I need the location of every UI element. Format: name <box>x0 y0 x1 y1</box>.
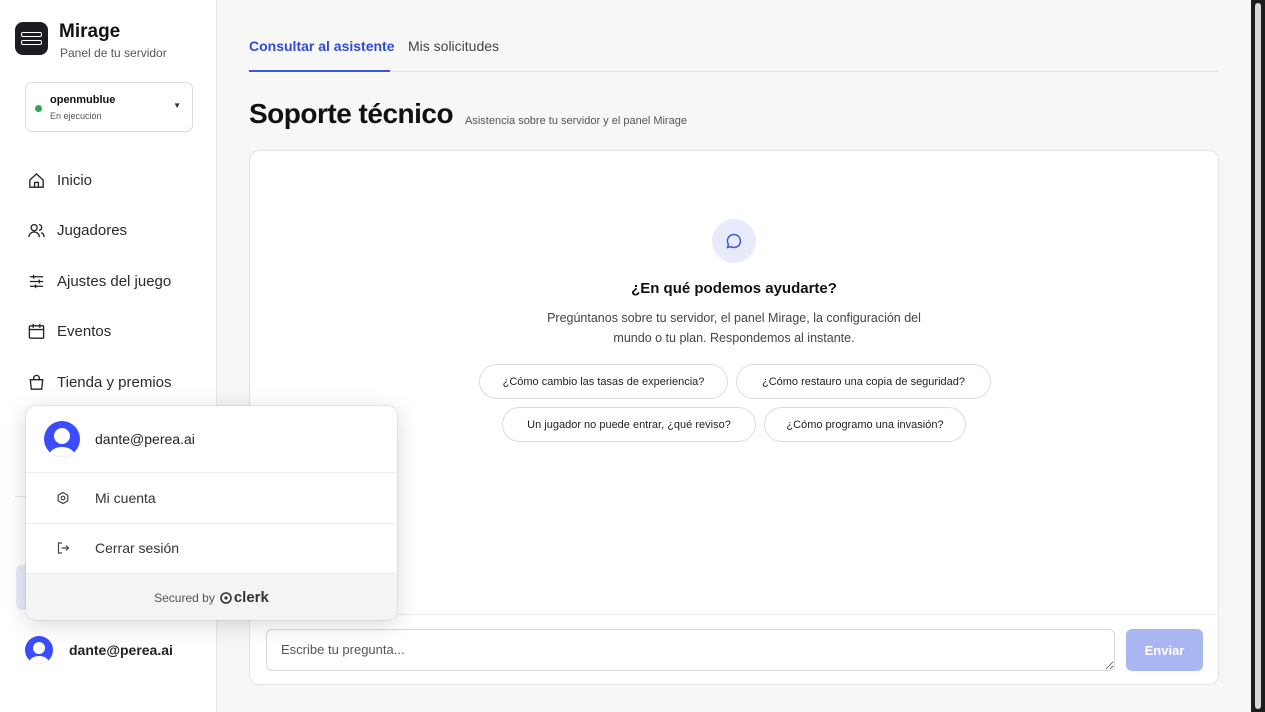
clerk-logo[interactable]: clerk <box>220 589 269 606</box>
caret-down-icon: ▼ <box>173 101 181 110</box>
secured-by-text: Secured by <box>154 590 215 605</box>
home-icon <box>26 170 46 190</box>
user-email: dante@perea.ai <box>69 642 173 658</box>
user-button[interactable]: dante@perea.ai <box>25 636 173 664</box>
my-account-button[interactable]: Mi cuenta <box>26 473 397 524</box>
my-account-label: Mi cuenta <box>95 489 156 506</box>
sidebar-item-ajustes[interactable]: Ajustes del juego <box>0 256 216 307</box>
active-tab-indicator <box>249 70 390 72</box>
sidebar-item-label: Inicio <box>57 171 93 189</box>
sidebar-item-inicio[interactable]: Inicio <box>0 155 216 206</box>
scrollbar[interactable] <box>1251 0 1265 712</box>
server-name: openmublue <box>50 94 116 106</box>
page-subtitle: Asistencia sobre tu servidor y el panel … <box>465 115 687 127</box>
clerk-logo-icon <box>220 591 232 604</box>
chat-heading: ¿En qué podemos ayudarte? <box>631 280 837 297</box>
server-status: En ejecución <box>50 111 102 121</box>
sidebar-item-jugadores[interactable]: Jugadores <box>0 206 216 257</box>
tab-bar: Consultar al asistente Mis solicitudes <box>249 28 1219 72</box>
question-input[interactable] <box>266 629 1115 671</box>
tab-mis-solicitudes[interactable]: Mis solicitudes <box>408 38 499 54</box>
suggestion-chip[interactable]: ¿Cómo programo una invasión? <box>764 407 966 442</box>
server-selector[interactable]: openmublue En ejecución ▼ <box>25 82 193 132</box>
chat-description: Pregúntanos sobre tu servidor, el panel … <box>547 311 921 345</box>
brand-name: Mirage <box>59 21 121 42</box>
popover-email: dante@perea.ai <box>95 431 195 447</box>
brand: Mirage Panel de tu servidor <box>15 21 167 60</box>
suggestion-chip[interactable]: ¿Cómo cambio las tasas de experiencia? <box>479 364 728 399</box>
sign-out-label: Cerrar sesión <box>95 540 180 557</box>
sidebar-item-label: Ajustes del juego <box>57 272 172 290</box>
send-button[interactable]: Enviar <box>1126 629 1203 671</box>
settings-icon <box>56 491 70 505</box>
sidebar-item-label: Eventos <box>57 323 112 341</box>
page-title: Soporte técnico <box>249 98 454 129</box>
brand-subtitle: Panel de tu servidor <box>60 46 167 60</box>
clerk-brand-text: clerk <box>233 589 269 606</box>
suggestion-chip[interactable]: Un jugador no puede entrar, ¿qué reviso? <box>502 407 756 442</box>
chat-bubble-icon <box>712 219 756 263</box>
status-dot-icon <box>35 105 42 112</box>
secured-by-footer: Secured by clerk <box>26 574 397 620</box>
server-logo-icon <box>15 22 48 55</box>
sidebar-item-tienda[interactable]: Tienda y premios <box>0 357 216 408</box>
sign-out-button[interactable]: Cerrar sesión <box>26 524 397 574</box>
sidebar-item-label: Jugadores <box>57 222 128 240</box>
sliders-icon <box>26 271 46 291</box>
chat-input-bar: Enviar <box>250 614 1218 684</box>
user-popover: dante@perea.ai Mi cuenta Cerrar sesión S… <box>26 406 397 620</box>
suggestion-chip[interactable]: ¿Cómo restauro una copia de seguridad? <box>736 364 991 399</box>
sidebar-item-label: Tienda y premios <box>57 373 172 391</box>
shopping-bag-icon <box>26 372 46 392</box>
sidebar-nav: Inicio Jugadores Ajustes del juego Event… <box>0 155 216 408</box>
avatar <box>44 421 80 457</box>
sidebar-item-eventos[interactable]: Eventos <box>0 307 216 358</box>
scrollbar-thumb[interactable] <box>1255 3 1261 709</box>
avatar <box>25 636 53 664</box>
tab-consultar-asistente[interactable]: Consultar al asistente <box>249 38 395 54</box>
calendar-icon <box>26 322 46 342</box>
popover-header: dante@perea.ai <box>26 406 397 473</box>
sign-out-icon <box>56 541 70 555</box>
users-icon <box>26 221 46 241</box>
